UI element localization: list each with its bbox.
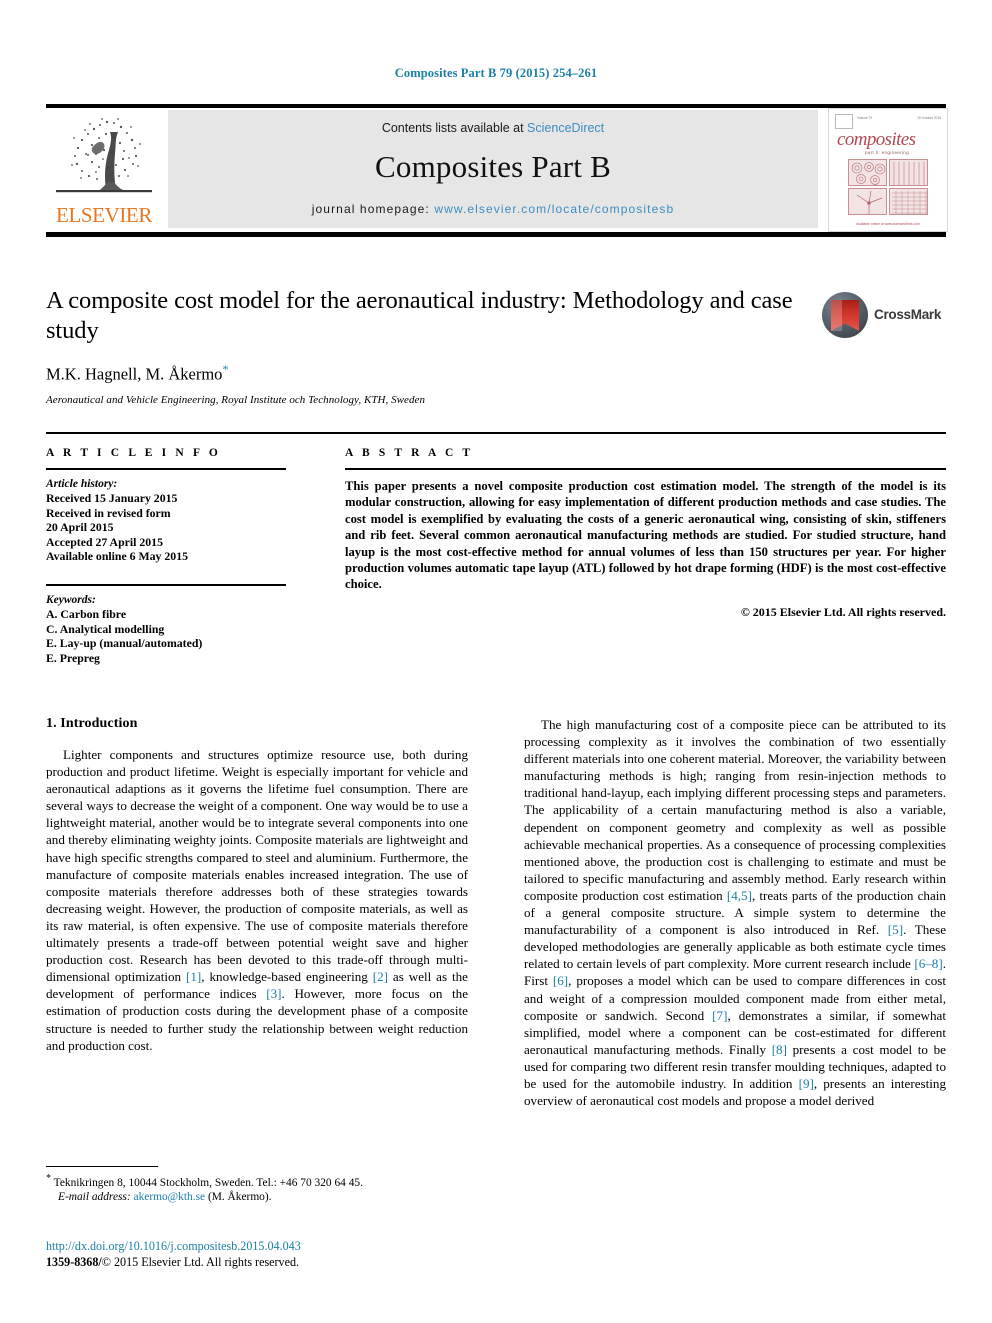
citation-ref-5[interactable]: [5] bbox=[888, 922, 903, 937]
paper-page: Composites Part B 79 (2015) 254–261 ELSE… bbox=[0, 0, 992, 1323]
homepage-url-link[interactable]: www.elsevier.com/locate/compositesb bbox=[434, 202, 674, 216]
corresponding-author-marker: * bbox=[222, 362, 229, 376]
corresponding-author-footnote: * Teknikringen 8, 10044 Stockholm, Swede… bbox=[46, 1172, 476, 1205]
info-top-rule bbox=[46, 432, 946, 434]
cover-publisher-box bbox=[835, 114, 853, 129]
abstract-heading: A B S T R A C T bbox=[345, 447, 474, 459]
keywords-rule bbox=[46, 583, 286, 586]
cover-top-bar: Volume 79 15 October 2015 bbox=[835, 114, 941, 129]
issn-copyright: © 2015 Elsevier Ltd. All rights reserved… bbox=[101, 1255, 300, 1269]
abstract-text: This paper presents a novel composite pr… bbox=[345, 479, 946, 592]
elsevier-wordmark: ELSEVIER bbox=[56, 203, 152, 227]
footnote-address: Teknikringen 8, 10044 Stockholm, Sweden.… bbox=[53, 1176, 363, 1189]
article-info-column: A R T I C L E I N F O Article history: R… bbox=[46, 447, 286, 665]
article-history-list: Received 15 January 2015 Received in rev… bbox=[46, 491, 286, 564]
page-title: A composite cost model for the aeronauti… bbox=[46, 287, 793, 344]
history-item: Received 15 January 2015 bbox=[46, 491, 178, 505]
issn-copyright-line: 1359-8368/© 2015 Elsevier Ltd. All right… bbox=[46, 1254, 476, 1270]
crossmark-label: CrossMark bbox=[874, 307, 942, 322]
crossmark-circle-icon bbox=[822, 292, 868, 338]
keywords-list: A. Carbon fibre C. Analytical modelling … bbox=[46, 607, 286, 665]
journal-title: Composites Part B bbox=[375, 149, 611, 184]
intro-paragraph-right: The high manufacturing cost of a composi… bbox=[524, 716, 946, 1109]
cover-cell-circles bbox=[848, 159, 887, 186]
intro-text-a: Lighter components and structures optimi… bbox=[46, 747, 468, 985]
article-info-rule bbox=[46, 468, 286, 470]
author-names: M.K. Hagnell, M. Åkermo bbox=[46, 364, 223, 384]
keywords-label: Keywords: bbox=[46, 593, 96, 606]
keyword-item: A. Carbon fibre bbox=[46, 606, 127, 621]
footnote-marker: * bbox=[46, 1173, 51, 1184]
crossmark-badge[interactable]: CrossMark bbox=[822, 290, 946, 342]
issn-prefix: 1359-8368/ bbox=[46, 1255, 102, 1269]
citation-ref-6[interactable]: [6] bbox=[553, 973, 568, 988]
affiliation: Aeronautical and Vehicle Engineering, Ro… bbox=[46, 393, 426, 406]
citation-ref-7[interactable]: [7] bbox=[712, 1008, 727, 1023]
sciencedirect-link[interactable]: ScienceDirect bbox=[527, 121, 604, 135]
cover-image-grid bbox=[848, 159, 928, 215]
body-column-left: 1. Introduction Lighter components and s… bbox=[46, 716, 468, 1054]
citation-ref-9[interactable]: [9] bbox=[799, 1076, 814, 1091]
author-list: M.K. Hagnell, M. Åkermo* bbox=[46, 362, 806, 385]
title-block: A composite cost model for the aeronauti… bbox=[46, 286, 806, 406]
keyword-item: E. Lay-up (manual/automated) bbox=[46, 636, 203, 651]
journal-cover-thumbnail: Volume 79 15 October 2015 composites par… bbox=[828, 108, 948, 232]
footnote-rule bbox=[46, 1166, 158, 1167]
contents-prefix: Contents lists available at bbox=[381, 121, 528, 135]
cover-cell-turbine bbox=[848, 188, 887, 215]
elsevier-tree-icon bbox=[52, 110, 156, 202]
doi-block: http://dx.doi.org/10.1016/j.compositesb.… bbox=[46, 1238, 476, 1270]
article-history-label: Article history: bbox=[46, 478, 118, 490]
citation-ref-4-5[interactable]: [4,5] bbox=[727, 888, 752, 903]
intro-text-b: , knowledge-based engineering bbox=[201, 969, 373, 985]
journal-masthead: ELSEVIER Contents lists available at Sci… bbox=[46, 108, 948, 232]
cover-cell-lines bbox=[889, 159, 928, 186]
keyword-item: C. Analytical modelling bbox=[46, 621, 165, 636]
doi-link[interactable]: http://dx.doi.org/10.1016/j.compositesb.… bbox=[46, 1238, 476, 1254]
elsevier-logo: ELSEVIER bbox=[46, 110, 162, 230]
history-item: Received in revised form bbox=[46, 505, 171, 520]
email-label: E-mail address: bbox=[58, 1191, 131, 1204]
abstract-column: A B S T R A C T This paper presents a no… bbox=[345, 447, 946, 620]
right-text-a: The high manufacturing cost of a composi… bbox=[524, 717, 946, 903]
homepage-label: journal homepage: bbox=[311, 202, 435, 216]
cover-title: composites bbox=[837, 129, 916, 150]
journal-homepage-line: journal homepage: www.elsevier.com/locat… bbox=[168, 202, 818, 216]
citation-ref-6-8[interactable]: [6–8] bbox=[914, 956, 942, 971]
cover-subtitle: part b: engineering bbox=[865, 150, 910, 155]
email-owner: (M. Åkermo). bbox=[207, 1191, 272, 1204]
citation-ref-8[interactable]: [8] bbox=[772, 1042, 787, 1057]
body-column-right: The high manufacturing cost of a composi… bbox=[524, 716, 946, 1109]
history-item: 20 April 2015 bbox=[46, 520, 114, 535]
running-head: Composites Part B 79 (2015) 254–261 bbox=[394, 66, 598, 80]
masthead-bottom-rule bbox=[46, 232, 946, 237]
cover-cell-mesh bbox=[889, 188, 928, 215]
history-item: Accepted 27 April 2015 bbox=[46, 534, 163, 549]
email-link[interactable]: akermo@kth.se bbox=[134, 1191, 206, 1203]
crossmark-gloss bbox=[831, 300, 842, 331]
masthead-band: Contents lists available at ScienceDirec… bbox=[168, 110, 818, 228]
citation-ref-3[interactable]: [3] bbox=[266, 986, 281, 1001]
article-info-heading: A R T I C L E I N F O bbox=[46, 447, 221, 459]
keyword-item: E. Prepreg bbox=[46, 650, 100, 665]
citation-ref-2[interactable]: [2] bbox=[373, 969, 388, 984]
history-item: Available online 6 May 2015 bbox=[46, 549, 189, 564]
citation-ref-1[interactable]: [1] bbox=[186, 969, 201, 984]
cover-footer: Available online at www.sciencedirect.co… bbox=[856, 222, 920, 226]
cover-date-label: 15 October 2015 bbox=[917, 116, 941, 120]
cover-volume-label: Volume 79 bbox=[857, 116, 873, 120]
abstract-copyright: © 2015 Elsevier Ltd. All rights reserved… bbox=[740, 604, 946, 619]
section-title-introduction: 1. Introduction bbox=[46, 716, 138, 731]
contents-line: Contents lists available at ScienceDirec… bbox=[168, 121, 818, 135]
abstract-rule bbox=[345, 468, 946, 470]
intro-paragraph-left: Lighter components and structures optimi… bbox=[46, 746, 468, 1054]
